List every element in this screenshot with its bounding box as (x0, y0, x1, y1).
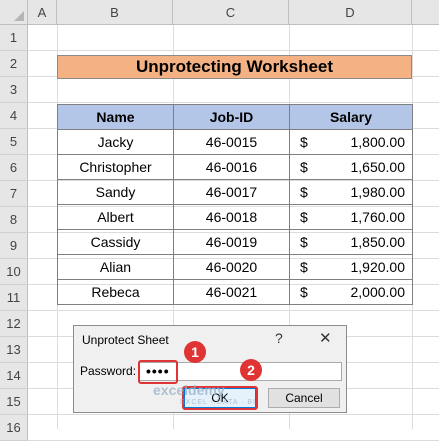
cell-salary[interactable]: $1,920.00 (289, 254, 413, 280)
watermark-logo: exceldemy (153, 382, 225, 398)
cell-job-id[interactable]: 46-0016 (173, 154, 290, 180)
row-header[interactable]: 16 (0, 415, 28, 441)
cell-job-id[interactable]: 46-0020 (173, 254, 290, 280)
salary-table: Name Job-ID Salary Jacky 46-0015 $1,800.00… (57, 104, 413, 305)
column-header-d[interactable]: D (289, 0, 412, 25)
currency-symbol: $ (300, 259, 308, 275)
table-row: Rebeca 46-0021 $2,000.00 (57, 279, 413, 305)
row-header[interactable]: 6 (0, 155, 28, 181)
row-header[interactable]: 5 (0, 129, 28, 155)
select-all-corner[interactable] (0, 0, 28, 25)
table-row: Sandy 46-0017 $1,980.00 (57, 179, 413, 205)
help-icon[interactable]: ? (275, 330, 283, 346)
gridline (28, 50, 439, 51)
currency-symbol: $ (300, 209, 308, 225)
row-header[interactable]: 14 (0, 363, 28, 389)
watermark-tagline: EXCEL · DATA · BI (180, 399, 256, 406)
cell-salary[interactable]: $1,850.00 (289, 229, 413, 255)
table-row: Albert 46-0018 $1,760.00 (57, 204, 413, 230)
password-label: Password: (80, 364, 137, 378)
cell-name[interactable]: Jacky (57, 129, 174, 155)
row-header[interactable]: 9 (0, 233, 28, 259)
currency-symbol: $ (300, 159, 308, 175)
cell-name[interactable]: Cassidy (57, 229, 174, 255)
currency-symbol: $ (300, 234, 308, 250)
currency-symbol: $ (300, 184, 308, 200)
row-header[interactable]: 1 (0, 25, 28, 51)
cancel-button[interactable]: Cancel (268, 388, 340, 408)
step-badge-2: 2 (240, 359, 262, 381)
cell-name[interactable]: Albert (57, 204, 174, 230)
header-job-id: Job-ID (173, 104, 290, 130)
step-badge-1: 1 (184, 341, 206, 363)
cell-salary[interactable]: $1,980.00 (289, 179, 413, 205)
cell-name[interactable]: Christopher (57, 154, 174, 180)
cell-job-id[interactable]: 46-0018 (173, 204, 290, 230)
row-header[interactable]: 2 (0, 51, 28, 77)
row-header[interactable]: 11 (0, 285, 28, 311)
row-header[interactable]: 3 (0, 77, 28, 103)
row-header[interactable]: 7 (0, 181, 28, 207)
column-header-c[interactable]: C (173, 0, 289, 25)
cell-salary[interactable]: $1,760.00 (289, 204, 413, 230)
row-header[interactable]: 4 (0, 103, 28, 129)
table-row: Cassidy 46-0019 $1,850.00 (57, 229, 413, 255)
row-header[interactable]: 10 (0, 259, 28, 285)
cell-job-id[interactable]: 46-0019 (173, 229, 290, 255)
salary-value: 1,980.00 (350, 184, 406, 200)
cell-job-id[interactable]: 46-0015 (173, 129, 290, 155)
close-icon[interactable]: ✕ (319, 329, 332, 347)
salary-value: 2,000.00 (350, 284, 406, 300)
salary-value: 1,920.00 (350, 259, 406, 275)
table-header-row: Name Job-ID Salary (57, 104, 413, 130)
row-header[interactable]: 13 (0, 337, 28, 363)
cell-name[interactable]: Rebeca (57, 279, 174, 305)
salary-value: 1,650.00 (350, 159, 406, 175)
dialog-title: Unprotect Sheet (82, 333, 169, 347)
cell-job-id[interactable]: 46-0021 (173, 279, 290, 305)
currency-symbol: $ (300, 284, 308, 300)
table-row: Alian 46-0020 $1,920.00 (57, 254, 413, 280)
salary-value: 1,760.00 (350, 209, 406, 225)
password-highlight (138, 360, 178, 384)
column-header-a[interactable]: A (28, 0, 57, 25)
cell-salary[interactable]: $2,000.00 (289, 279, 413, 305)
cell-salary[interactable]: $1,650.00 (289, 154, 413, 180)
row-header[interactable]: 8 (0, 207, 28, 233)
cell-name[interactable]: Sandy (57, 179, 174, 205)
gridline (28, 414, 439, 415)
worksheet-title: Unprotecting Worksheet (57, 55, 412, 79)
column-header-b[interactable]: B (57, 0, 173, 25)
select-all-icon (14, 11, 24, 21)
gridline (28, 310, 439, 311)
row-header[interactable]: 12 (0, 311, 28, 337)
worksheet: A B C D 1 2 3 4 5 6 7 8 9 10 11 12 13 14 15 16 Unprotec… (0, 0, 439, 441)
gridline (28, 102, 439, 103)
table-row: Jacky 46-0015 $1,800.00 (57, 129, 413, 155)
salary-value: 1,850.00 (350, 234, 406, 250)
header-name: Name (57, 104, 174, 130)
column-header-e[interactable] (412, 0, 439, 25)
row-header[interactable]: 15 (0, 389, 28, 415)
cell-name[interactable]: Alian (57, 254, 174, 280)
header-salary: Salary (289, 104, 413, 130)
cell-job-id[interactable]: 46-0017 (173, 179, 290, 205)
currency-symbol: $ (300, 134, 308, 150)
salary-value: 1,800.00 (350, 134, 406, 150)
table-row: Christopher 46-0016 $1,650.00 (57, 154, 413, 180)
cell-salary[interactable]: $1,800.00 (289, 129, 413, 155)
